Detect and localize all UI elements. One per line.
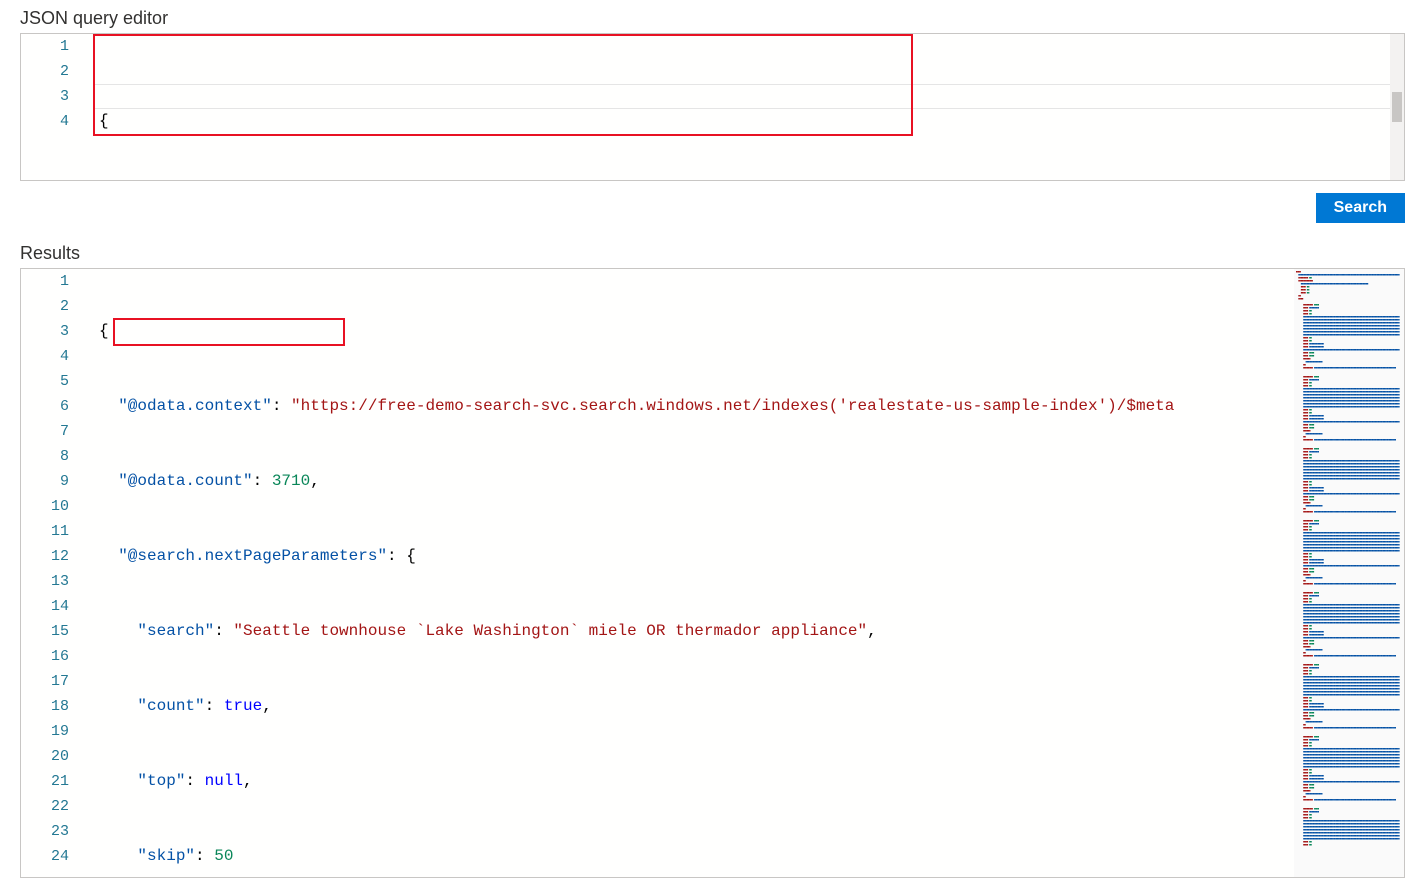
results-editor[interactable]: 1 2 3 4 5 6 7 8 9 10 11 12 13 14 15 16 1… xyxy=(21,269,1404,877)
results-minimap[interactable]: ████ ███████████████████████████████████… xyxy=(1294,269,1404,877)
results-code-area[interactable]: { "@odata.context": "https://free-demo-s… xyxy=(93,269,1404,877)
query-line-gutter: 1 2 3 4 xyxy=(21,34,93,180)
action-bar: Search xyxy=(20,193,1405,223)
query-scrollbar[interactable] xyxy=(1390,34,1404,180)
scroll-thumb[interactable] xyxy=(1392,92,1402,122)
query-code-area[interactable]: { "search": "Seattle townhouse `Lake Was… xyxy=(93,34,1404,180)
query-editor-title: JSON query editor xyxy=(20,0,1405,33)
results-line-gutter: 1 2 3 4 5 6 7 8 9 10 11 12 13 14 15 16 1… xyxy=(21,269,93,877)
query-editor[interactable]: 1 2 3 4 { "search": "Seattle townhouse `… xyxy=(21,34,1404,180)
results-title: Results xyxy=(20,235,1405,268)
search-button[interactable]: Search xyxy=(1316,193,1405,223)
results-panel: 1 2 3 4 5 6 7 8 9 10 11 12 13 14 15 16 1… xyxy=(20,268,1405,878)
query-editor-panel: 1 2 3 4 { "search": "Seattle townhouse `… xyxy=(20,33,1405,181)
